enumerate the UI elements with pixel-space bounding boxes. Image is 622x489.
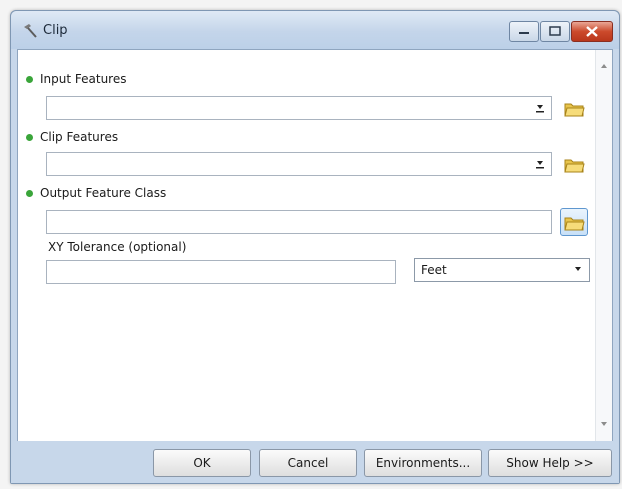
- chevron-down-icon[interactable]: [533, 156, 547, 170]
- minimize-icon: [519, 32, 529, 34]
- maximize-button[interactable]: [540, 21, 570, 42]
- output-feature-class-label: Output Feature Class: [40, 186, 167, 200]
- chevron-down-icon[interactable]: [571, 262, 585, 276]
- environments-button[interactable]: Environments...: [364, 449, 482, 477]
- xy-tolerance-unit-select[interactable]: Feet: [414, 258, 590, 282]
- input-features-combo[interactable]: [46, 96, 552, 120]
- ok-button[interactable]: OK: [153, 449, 251, 477]
- title-bar[interactable]: Clip: [11, 11, 619, 49]
- maximize-icon: [549, 26, 561, 36]
- hammer-icon: [24, 24, 37, 38]
- vertical-scrollbar[interactable]: [595, 50, 612, 441]
- open-folder-icon: [564, 217, 585, 231]
- show-help-button[interactable]: Show Help >>: [488, 449, 612, 477]
- clip-features-label: Clip Features: [40, 130, 119, 144]
- parameters-panel: Input Features Clip Features Output Feat…: [17, 49, 613, 442]
- cancel-button[interactable]: Cancel: [259, 449, 357, 477]
- xy-tolerance-label: XY Tolerance (optional): [48, 240, 187, 254]
- input-features-browse-button[interactable]: [560, 94, 588, 122]
- open-folder-icon: [564, 159, 585, 173]
- open-folder-icon: [564, 103, 585, 117]
- clip-dialog-window: Clip Input Features Clip Features Output…: [10, 10, 620, 484]
- required-dot-icon: [26, 190, 33, 197]
- required-dot-icon: [26, 76, 33, 83]
- dialog-button-bar: OK Cancel Environments... Show Help >>: [11, 441, 619, 483]
- scroll-arrows-icon: [601, 64, 607, 426]
- xy-tolerance-unit-value: Feet: [421, 263, 447, 277]
- required-dot-icon: [26, 134, 33, 141]
- input-features-label: Input Features: [40, 72, 127, 86]
- close-icon: [586, 26, 598, 37]
- xy-tolerance-input[interactable]: [46, 260, 396, 284]
- window-title: Clip: [43, 23, 68, 38]
- minimize-button[interactable]: [509, 21, 539, 42]
- chevron-down-icon[interactable]: [533, 100, 547, 114]
- output-feature-class-browse-button[interactable]: [560, 208, 588, 236]
- output-feature-class-input[interactable]: [46, 210, 552, 234]
- close-button[interactable]: [571, 21, 613, 42]
- clip-features-combo[interactable]: [46, 152, 552, 176]
- clip-features-browse-button[interactable]: [560, 150, 588, 178]
